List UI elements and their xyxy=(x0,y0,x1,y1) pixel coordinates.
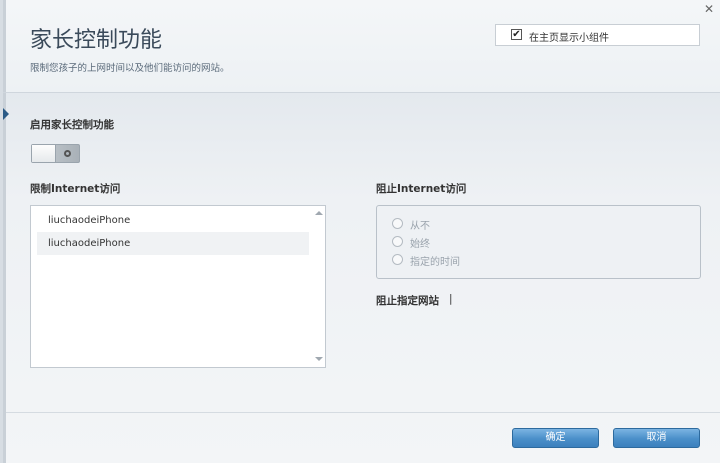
toggle-knob xyxy=(32,145,56,162)
scroll-up-arrow-icon[interactable] xyxy=(315,211,323,215)
radio-label: 始终 xyxy=(410,239,430,250)
dialog-header: 家长控制功能 限制您孩子的上网时间以及他们能访问的网站。 ✔ 在主页显示小组件 xyxy=(3,0,720,93)
block-specific-sites-label: 阻止指定网站 xyxy=(376,295,439,307)
footer-divider xyxy=(6,412,720,413)
radio-button[interactable] xyxy=(392,236,403,247)
text-cursor: | xyxy=(449,293,453,305)
radio-button[interactable] xyxy=(392,254,403,265)
page-subtitle: 限制您孩子的上网时间以及他们能访问的网站。 xyxy=(30,63,230,74)
device-list-item[interactable]: liuchaodeiPhone xyxy=(37,232,309,255)
radio-button[interactable] xyxy=(392,218,403,229)
block-schedule-options: 从不 始终 指定的时间 xyxy=(376,205,701,279)
toggle-off-icon xyxy=(64,150,71,157)
radio-label: 指定的时间 xyxy=(410,257,460,268)
restrict-internet-label: 限制Internet访问 xyxy=(30,183,121,195)
collapse-arrow-icon[interactable] xyxy=(3,108,9,120)
ok-button[interactable]: 确定 xyxy=(512,428,599,448)
show-widget-label: 在主页显示小组件 xyxy=(529,33,609,44)
block-internet-label: 阻止Internet访问 xyxy=(376,183,467,195)
close-icon[interactable]: ✕ xyxy=(703,3,715,15)
dialog-window: 家长控制功能 限制您孩子的上网时间以及他们能访问的网站。 ✔ 在主页显示小组件 … xyxy=(0,0,720,463)
device-list-item[interactable]: liuchaodeiPhone xyxy=(37,209,309,232)
enable-parental-controls-toggle[interactable] xyxy=(31,144,80,163)
enable-parental-controls-label: 启用家长控制功能 xyxy=(30,119,114,131)
device-list[interactable]: liuchaodeiPhone liuchaodeiPhone xyxy=(30,205,326,368)
cancel-button[interactable]: 取消 xyxy=(613,428,700,448)
show-widget-checkbox[interactable]: ✔ xyxy=(511,29,522,40)
device-list-scrollbar[interactable] xyxy=(313,206,325,367)
show-widget-option[interactable]: ✔ 在主页显示小组件 xyxy=(495,24,700,46)
radio-label: 从不 xyxy=(410,221,430,232)
scroll-down-arrow-icon[interactable] xyxy=(315,357,323,361)
page-title: 家长控制功能 xyxy=(30,28,163,53)
